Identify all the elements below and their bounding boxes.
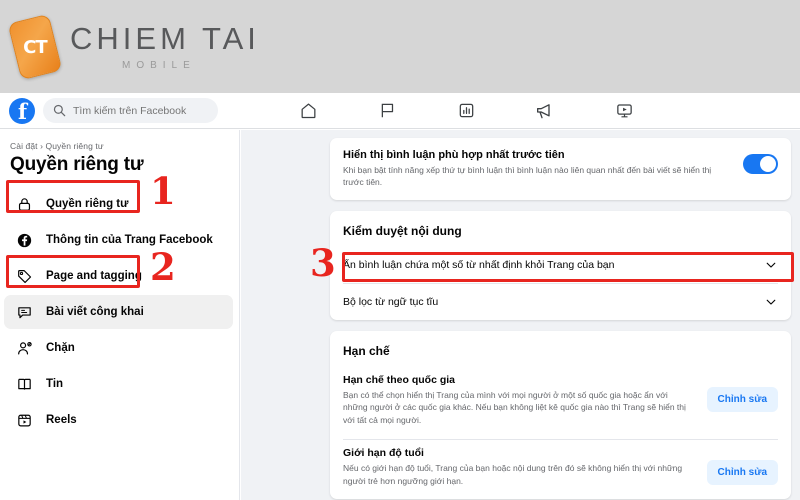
- search-icon: [53, 104, 66, 117]
- home-icon: [301, 103, 315, 119]
- settings-content-area: Hiển thị bình luận phù hợp nhất trước ti…: [241, 130, 800, 500]
- sidebar-item-reels[interactable]: Reels: [4, 403, 233, 437]
- comment-ordering-toggle[interactable]: [743, 154, 778, 174]
- reels-icon: [14, 410, 34, 430]
- brand-name: CHIEM TAI: [70, 20, 260, 56]
- sidebar-item-label: Bài viết công khai: [46, 306, 144, 318]
- sidebar-item-privacy[interactable]: Quyền riêng tư: [4, 187, 233, 221]
- tag-icon: [14, 266, 34, 286]
- restrictions-section-title: Hạn chế: [343, 343, 390, 358]
- book-icon: [14, 374, 34, 394]
- hide-comments-label: Ẩn bình luận chứa một số từ nhất định kh…: [343, 258, 615, 271]
- comment-ordering-title: Hiển thị bình luận phù hợp nhất trước ti…: [343, 149, 565, 161]
- brand-tagline: MOBILE: [122, 59, 196, 71]
- country-restriction-edit-button[interactable]: Chỉnh sửa: [706, 386, 778, 412]
- breadcrumb: Cài đặt › Quyền riêng tư: [10, 141, 104, 151]
- sidebar-item-page-info[interactable]: Thông tin của Trang Facebook: [4, 223, 233, 257]
- brand-text: CHIEM TAI MOBILE: [70, 23, 260, 71]
- facebook-logo-icon[interactable]: [9, 97, 35, 124]
- person-block-icon: [14, 338, 34, 358]
- moderation-section-title: Kiểm duyệt nội dung: [343, 223, 462, 238]
- video-play-icon: [616, 104, 632, 118]
- sidebar-item-label: Thông tin của Trang Facebook: [46, 234, 213, 246]
- nav-insights-button[interactable]: [436, 96, 496, 126]
- age-restriction-title: Giới hạn độ tuổi: [343, 446, 424, 459]
- search-box[interactable]: [43, 98, 218, 123]
- country-restriction-title: Hạn chế theo quốc gia: [343, 373, 456, 386]
- brand-logo: CT CHIEM TAI MOBILE: [0, 13, 260, 80]
- nav-home-button[interactable]: [278, 96, 338, 126]
- comment-ordering-row: Hiển thị bình luận phù hợp nhất trước ti…: [330, 138, 791, 200]
- facebook-header: [0, 93, 800, 129]
- sidebar-item-public-posts[interactable]: Bài viết công khai: [4, 295, 233, 329]
- settings-sidebar: Cài đặt › Quyền riêng tư Quyền riêng tư …: [0, 130, 240, 500]
- hide-comments-accordion[interactable]: Ẩn bình luận chứa một số từ nhất định kh…: [330, 247, 791, 283]
- nav-video-button[interactable]: [594, 96, 654, 126]
- sidebar-nav-list: Quyền riêng tư Thông tin của Trang Faceb…: [0, 187, 239, 437]
- page-title: Quyền riêng tư: [10, 154, 144, 175]
- sidebar-item-blocking[interactable]: Chặn: [4, 331, 233, 365]
- header-nav: [278, 96, 673, 126]
- logo-badge-text: CT: [23, 36, 47, 58]
- country-restriction-row: Hạn chế theo quốc gia Bạn có thể chọn hi…: [330, 367, 791, 439]
- flag-icon: [381, 103, 393, 118]
- sidebar-item-page-and-tagging[interactable]: Page and tagging: [4, 259, 233, 293]
- search-input[interactable]: [73, 104, 208, 117]
- age-restriction-text: Giới hạn độ tuổi Nếu có giới hạn độ tuổi…: [343, 447, 707, 488]
- facebook-circle-icon: [14, 230, 34, 250]
- nav-ads-button[interactable]: [515, 96, 575, 126]
- country-restriction-text: Hạn chế theo quốc gia Bạn có thể chọn hi…: [343, 374, 707, 427]
- comment-ordering-description: Khi bạn bật tính năng xếp thứ tự bình lu…: [343, 165, 712, 188]
- age-restriction-description: Nếu có giới hạn độ tuổi, Trang của bạn h…: [343, 462, 683, 486]
- restrictions-card: Hạn chế Hạn chế theo quốc gia Bạn có thể…: [330, 330, 791, 500]
- site-logo-banner: CT CHIEM TAI MOBILE: [0, 0, 800, 93]
- sidebar-item-label: Tin: [46, 378, 64, 390]
- comment-ordering-text: Hiển thị bình luận phù hợp nhất trước ti…: [343, 149, 743, 189]
- age-restriction-row: Giới hạn độ tuổi Nếu có giới hạn độ tuổi…: [330, 440, 791, 500]
- profanity-filter-label: Bộ lọc từ ngữ tục tĩu: [343, 295, 439, 308]
- lock-icon: [14, 194, 34, 214]
- age-restriction-edit-button[interactable]: Chỉnh sửa: [706, 459, 778, 485]
- country-restriction-description: Bạn có thể chọn hiển thị Trang của mình …: [343, 389, 686, 426]
- insights-chart-icon: [459, 103, 473, 118]
- sidebar-item-label: Chặn: [46, 342, 75, 354]
- chevron-down-icon: [766, 299, 776, 305]
- sidebar-item-label: Reels: [46, 414, 77, 426]
- comment-ordering-card: Hiển thị bình luận phù hợp nhất trước ti…: [330, 138, 791, 200]
- chevron-down-icon: [766, 262, 776, 268]
- nav-pages-button[interactable]: [357, 96, 417, 126]
- sidebar-item-label: Quyền riêng tư: [46, 198, 129, 210]
- comment-bubble-icon: [14, 302, 34, 322]
- sidebar-item-label: Page and tagging: [46, 270, 142, 282]
- content-moderation-card: Kiểm duyệt nội dung Ẩn bình luận chứa mộ…: [330, 210, 791, 320]
- phone-logo-icon: CT: [7, 13, 63, 80]
- profanity-filter-accordion[interactable]: Bộ lọc từ ngữ tục tĩu: [330, 284, 791, 320]
- megaphone-icon: [537, 103, 550, 118]
- sidebar-item-stories[interactable]: Tin: [4, 367, 233, 401]
